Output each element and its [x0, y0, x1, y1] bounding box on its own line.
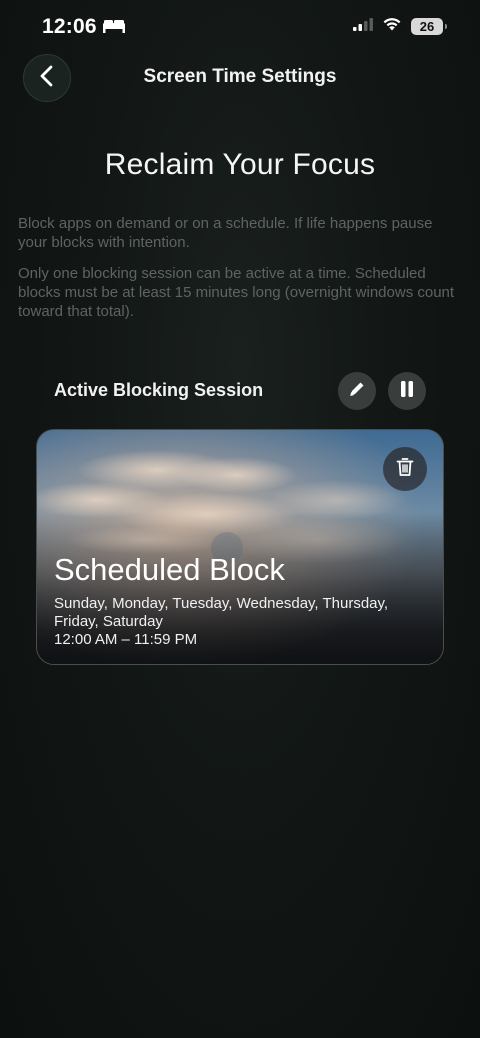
trash-icon: [396, 457, 414, 482]
edit-button[interactable]: [338, 372, 376, 410]
status-time: 12:06: [42, 15, 97, 38]
description-text: Block apps on demand or on a schedule. I…: [18, 215, 433, 251]
delete-button[interactable]: [383, 447, 427, 491]
status-bar: 12:06 26: [0, 0, 480, 58]
card-days: Sunday, Monday, Tuesday, Wednesday, Thur…: [54, 595, 389, 630]
hero-title: Reclaim Your Focus: [104, 148, 376, 181]
bed-icon: [102, 15, 125, 39]
card-time-range: 12:00 AM – 11:59 PM: [54, 631, 198, 648]
section-heading: Active Blocking Session: [54, 380, 264, 400]
battery-level: 26: [419, 19, 435, 34]
page-title: Screen Time Settings: [143, 66, 337, 87]
card-title: Scheduled Block: [54, 552, 285, 587]
cellular-signal-icon: [353, 17, 373, 36]
pencil-icon: [348, 380, 366, 403]
description-note: Only one blocking session can be active …: [18, 265, 455, 320]
wifi-icon: [382, 17, 402, 36]
battery-icon: 26: [411, 18, 447, 35]
pause-button[interactable]: [388, 372, 426, 410]
pause-icon: [399, 380, 415, 403]
status-time-group: 12:06: [42, 15, 125, 39]
status-indicators: 26: [353, 17, 447, 36]
scheduled-block-card[interactable]: Scheduled Block Sunday, Monday, Tuesday,…: [36, 429, 444, 665]
